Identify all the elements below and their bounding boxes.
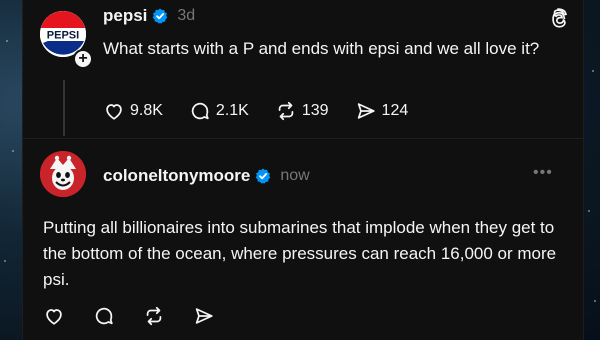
- background-star: [12, 150, 14, 152]
- post-text: Putting all billionaires into submarines…: [43, 218, 557, 289]
- like-button[interactable]: 9.8K: [103, 100, 163, 122]
- svg-text:PEPSI: PEPSI: [47, 30, 79, 42]
- thread-connector-line: [63, 80, 65, 136]
- repost-button[interactable]: 139: [275, 100, 329, 122]
- post-header: pepsi 3d: [103, 6, 195, 26]
- follow-plus-icon[interactable]: +: [73, 49, 93, 69]
- background-star: [588, 210, 590, 212]
- post-divider: [23, 138, 583, 139]
- comment-icon: [191, 102, 209, 120]
- post-text: What starts with a P and ends with epsi …: [103, 39, 540, 58]
- post-time: 3d: [177, 7, 196, 24]
- post-actions: [43, 305, 243, 327]
- background-star: [592, 70, 594, 72]
- comment-icon: [95, 307, 113, 325]
- like-button[interactable]: [43, 305, 65, 327]
- post-actions: 9.8K 2.1K 139 124: [103, 100, 434, 122]
- heart-icon: [106, 104, 122, 120]
- reply-count: 2.1K: [215, 102, 249, 119]
- more-icon[interactable]: •••: [533, 164, 553, 182]
- repost-button[interactable]: [143, 305, 165, 327]
- heart-icon: [46, 309, 62, 325]
- jester-avatar-icon: [40, 151, 86, 197]
- share-count: 124: [381, 102, 409, 119]
- username[interactable]: pepsi: [103, 6, 147, 26]
- share-button[interactable]: 124: [355, 100, 409, 122]
- send-icon: [195, 308, 213, 324]
- reply-button[interactable]: 2.1K: [189, 100, 249, 122]
- coloneltonymoore-avatar[interactable]: [40, 151, 86, 197]
- repost-count: 139: [301, 102, 329, 119]
- post-time: now: [280, 167, 310, 184]
- like-count: 9.8K: [130, 102, 163, 119]
- background-star: [4, 260, 6, 262]
- repost-icon: [146, 306, 162, 326]
- background-star: [594, 300, 596, 302]
- reply-button[interactable]: [93, 305, 115, 327]
- background-star: [6, 40, 8, 42]
- threads-feed-card: PEPSI + pepsi 3d What starts with a P an…: [22, 0, 584, 340]
- threads-logo-icon[interactable]: [549, 8, 571, 30]
- username[interactable]: coloneltonymoore: [103, 166, 250, 186]
- share-button[interactable]: [193, 305, 215, 327]
- send-icon: [357, 103, 375, 119]
- post-header: coloneltonymoore now: [103, 166, 310, 186]
- verified-badge-icon: [153, 8, 168, 24]
- verified-badge-icon: [256, 168, 271, 184]
- repost-icon: [278, 101, 294, 121]
